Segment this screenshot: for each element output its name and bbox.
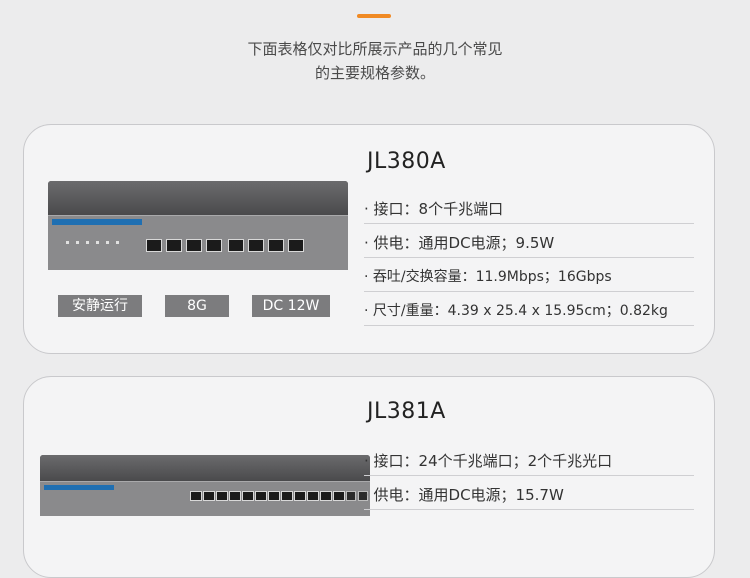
spec-throughput: · 吞吐/交换容量：11.9Mbps；16Gbps <box>364 263 694 292</box>
badge-ports: 8G <box>165 295 229 317</box>
spec-power: · 供电：通用DC电源；9.5W <box>364 229 694 258</box>
switch-image-jl380a <box>48 181 348 270</box>
intro-line-1: 下面表格仅对比所展示产品的几个常见 <box>247 40 503 58</box>
spec-interface: · 接口：24个千兆端口；2个千兆光口 <box>364 447 694 476</box>
accent-bar <box>357 14 391 18</box>
model-title: JL381A <box>367 399 446 424</box>
spec-interface: · 接口：8个千兆端口 <box>364 195 694 224</box>
badge-quiet: 安静运行 <box>58 295 142 317</box>
product-card-jl380a: 安静运行 8G DC 12W JL380A · 接口：8个千兆端口 · 供电：通… <box>23 124 715 354</box>
spec-dimensions: · 尺寸/重量：4.39 x 25.4 x 15.95cm；0.82kg <box>364 297 694 326</box>
intro-line-2: 的主要规格参数。 <box>314 64 435 82</box>
badge-power: DC 12W <box>252 295 330 317</box>
spec-power: · 供电：通用DC电源；15.7W <box>364 481 694 510</box>
model-title: JL380A <box>367 149 446 174</box>
product-card-jl381a: JL381A · 接口：24个千兆端口；2个千兆光口 · 供电：通用DC电源；1… <box>23 376 715 578</box>
switch-image-jl381a <box>40 455 370 516</box>
